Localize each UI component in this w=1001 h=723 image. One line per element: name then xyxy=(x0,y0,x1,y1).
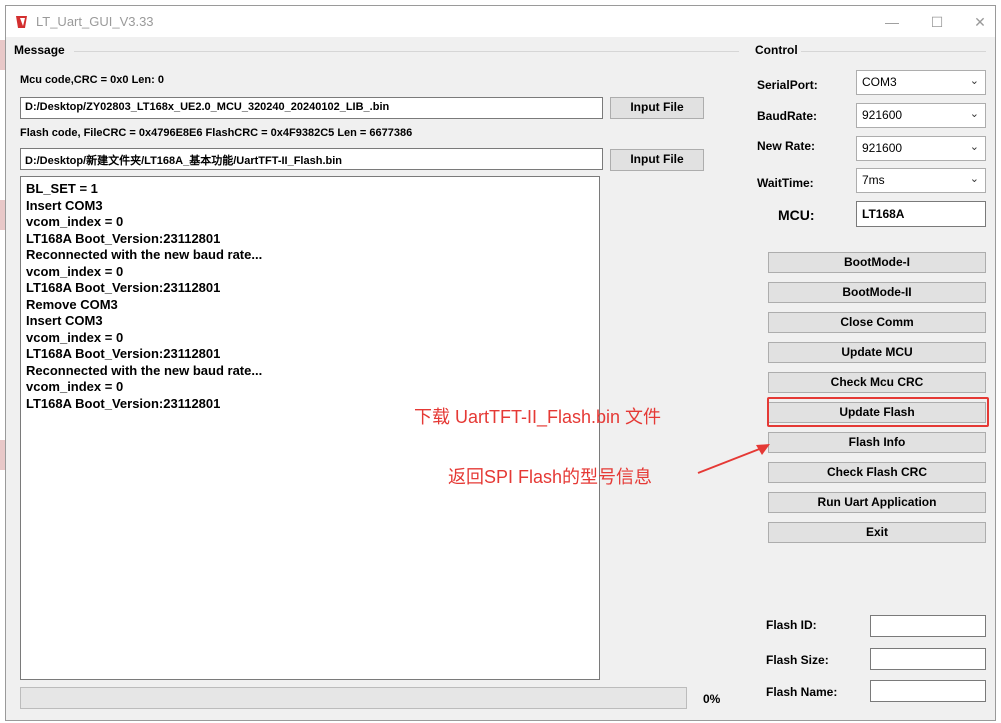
wait-time-value: 7ms xyxy=(862,173,885,187)
new-rate-value: 921600 xyxy=(862,141,903,155)
log-line: vcom_index = 0 xyxy=(26,379,124,394)
mcu-name-field[interactable]: LT168A xyxy=(856,201,986,227)
flash-size-field[interactable] xyxy=(870,648,986,670)
flash-size-label: Flash Size: xyxy=(766,653,829,667)
title-bar: LT_Uart_GUI_V3.33 — ☐ ✕ xyxy=(6,6,995,37)
annotation-arrow-icon xyxy=(697,444,770,474)
flash-info-annotation: 返回SPI Flash的型号信息 xyxy=(448,467,653,487)
message-group-label: Message xyxy=(14,43,65,57)
wait-time-label: WaitTime: xyxy=(757,176,814,190)
log-line: LT168A Boot_Version:23112801 xyxy=(26,346,221,361)
app-window: LT_Uart_GUI_V3.33 — ☐ ✕ Message Mcu code… xyxy=(5,5,996,721)
new-rate-label: New Rate: xyxy=(757,139,816,153)
log-line: vcom_index = 0 xyxy=(26,329,124,345)
chevron-down-icon: ⌄ xyxy=(969,173,979,185)
flash-name-field[interactable] xyxy=(870,680,986,702)
chevron-down-icon: ⌄ xyxy=(969,108,979,120)
log-line: LT168A Boot_Version:23112801 xyxy=(26,230,221,246)
log-line: Reconnected with the new baud rate... xyxy=(26,362,263,378)
log-line: Insert COM3 xyxy=(26,197,103,213)
flash-input-file-button[interactable]: Input File xyxy=(610,149,704,171)
flash-code-info: Flash code, FileCRC = 0x4796E8E6 FlashCR… xyxy=(20,127,413,139)
message-group-divider xyxy=(74,51,739,52)
flash-id-field[interactable] xyxy=(870,615,986,637)
log-line: vcom_index = 0 xyxy=(26,214,124,229)
baud-rate-label: BaudRate: xyxy=(757,109,818,123)
app-logo-icon xyxy=(16,16,27,28)
progress-bar xyxy=(20,687,687,709)
bootmode-1-button[interactable]: BootMode-I xyxy=(768,252,986,273)
wait-time-select[interactable]: 7ms ⌄ xyxy=(856,168,986,193)
serial-port-select[interactable]: COM3 ⌄ xyxy=(856,70,986,95)
control-group-label: Control xyxy=(755,43,798,57)
close-comm-button[interactable]: Close Comm xyxy=(768,312,986,333)
flash-file-path-field[interactable]: D:/Desktop/新建文件夹/LT168A_基本功能/UartTFT-II_… xyxy=(20,148,603,170)
baud-rate-select[interactable]: 921600 ⌄ xyxy=(856,103,986,128)
mcu-file-path-field[interactable]: D:/Desktop/ZY02803_LT168x_UE2.0_MCU_3202… xyxy=(20,97,603,119)
bootmode-2-button[interactable]: BootMode-II xyxy=(768,282,986,303)
update-flash-highlight-box xyxy=(767,397,989,427)
mcu-label: MCU: xyxy=(778,207,815,223)
log-line: Remove COM3 xyxy=(26,296,118,312)
serial-port-label: SerialPort: xyxy=(757,78,818,92)
chevron-down-icon: ⌄ xyxy=(969,75,979,87)
log-line: LT168A Boot_Version:23112801 xyxy=(26,280,221,295)
check-mcu-crc-button[interactable]: Check Mcu CRC xyxy=(768,372,986,393)
exit-button[interactable]: Exit xyxy=(768,522,986,543)
mcu-input-file-button[interactable]: Input File xyxy=(610,97,704,119)
flash-name-label: Flash Name: xyxy=(766,685,838,699)
new-rate-select[interactable]: 921600 ⌄ xyxy=(856,136,986,161)
minimize-button[interactable]: — xyxy=(878,12,906,32)
maximize-button[interactable]: ☐ xyxy=(923,12,951,32)
log-line: BL_SET = 1 xyxy=(26,181,98,196)
close-button[interactable]: ✕ xyxy=(966,12,994,32)
run-uart-application-button[interactable]: Run Uart Application xyxy=(768,492,986,513)
check-flash-crc-button[interactable]: Check Flash CRC xyxy=(768,462,986,483)
chevron-down-icon: ⌄ xyxy=(969,141,979,153)
download-flash-annotation: 下载 UartTFT-II_Flash.bin 文件 xyxy=(414,407,662,427)
control-group-divider xyxy=(801,51,986,52)
log-line: vcom_index = 0 xyxy=(26,263,124,279)
mcu-code-info: Mcu code,CRC = 0x0 Len: 0 xyxy=(20,74,164,86)
flash-id-label: Flash ID: xyxy=(766,618,817,632)
serial-port-value: COM3 xyxy=(862,75,897,89)
update-mcu-button[interactable]: Update MCU xyxy=(768,342,986,363)
progress-percent-label: 0% xyxy=(703,692,721,706)
log-line: Reconnected with the new baud rate... xyxy=(26,247,263,262)
flash-info-button[interactable]: Flash Info xyxy=(768,432,986,453)
log-line: Insert COM3 xyxy=(26,313,103,328)
window-title: LT_Uart_GUI_V3.33 xyxy=(36,14,154,29)
baud-rate-value: 921600 xyxy=(862,108,903,122)
